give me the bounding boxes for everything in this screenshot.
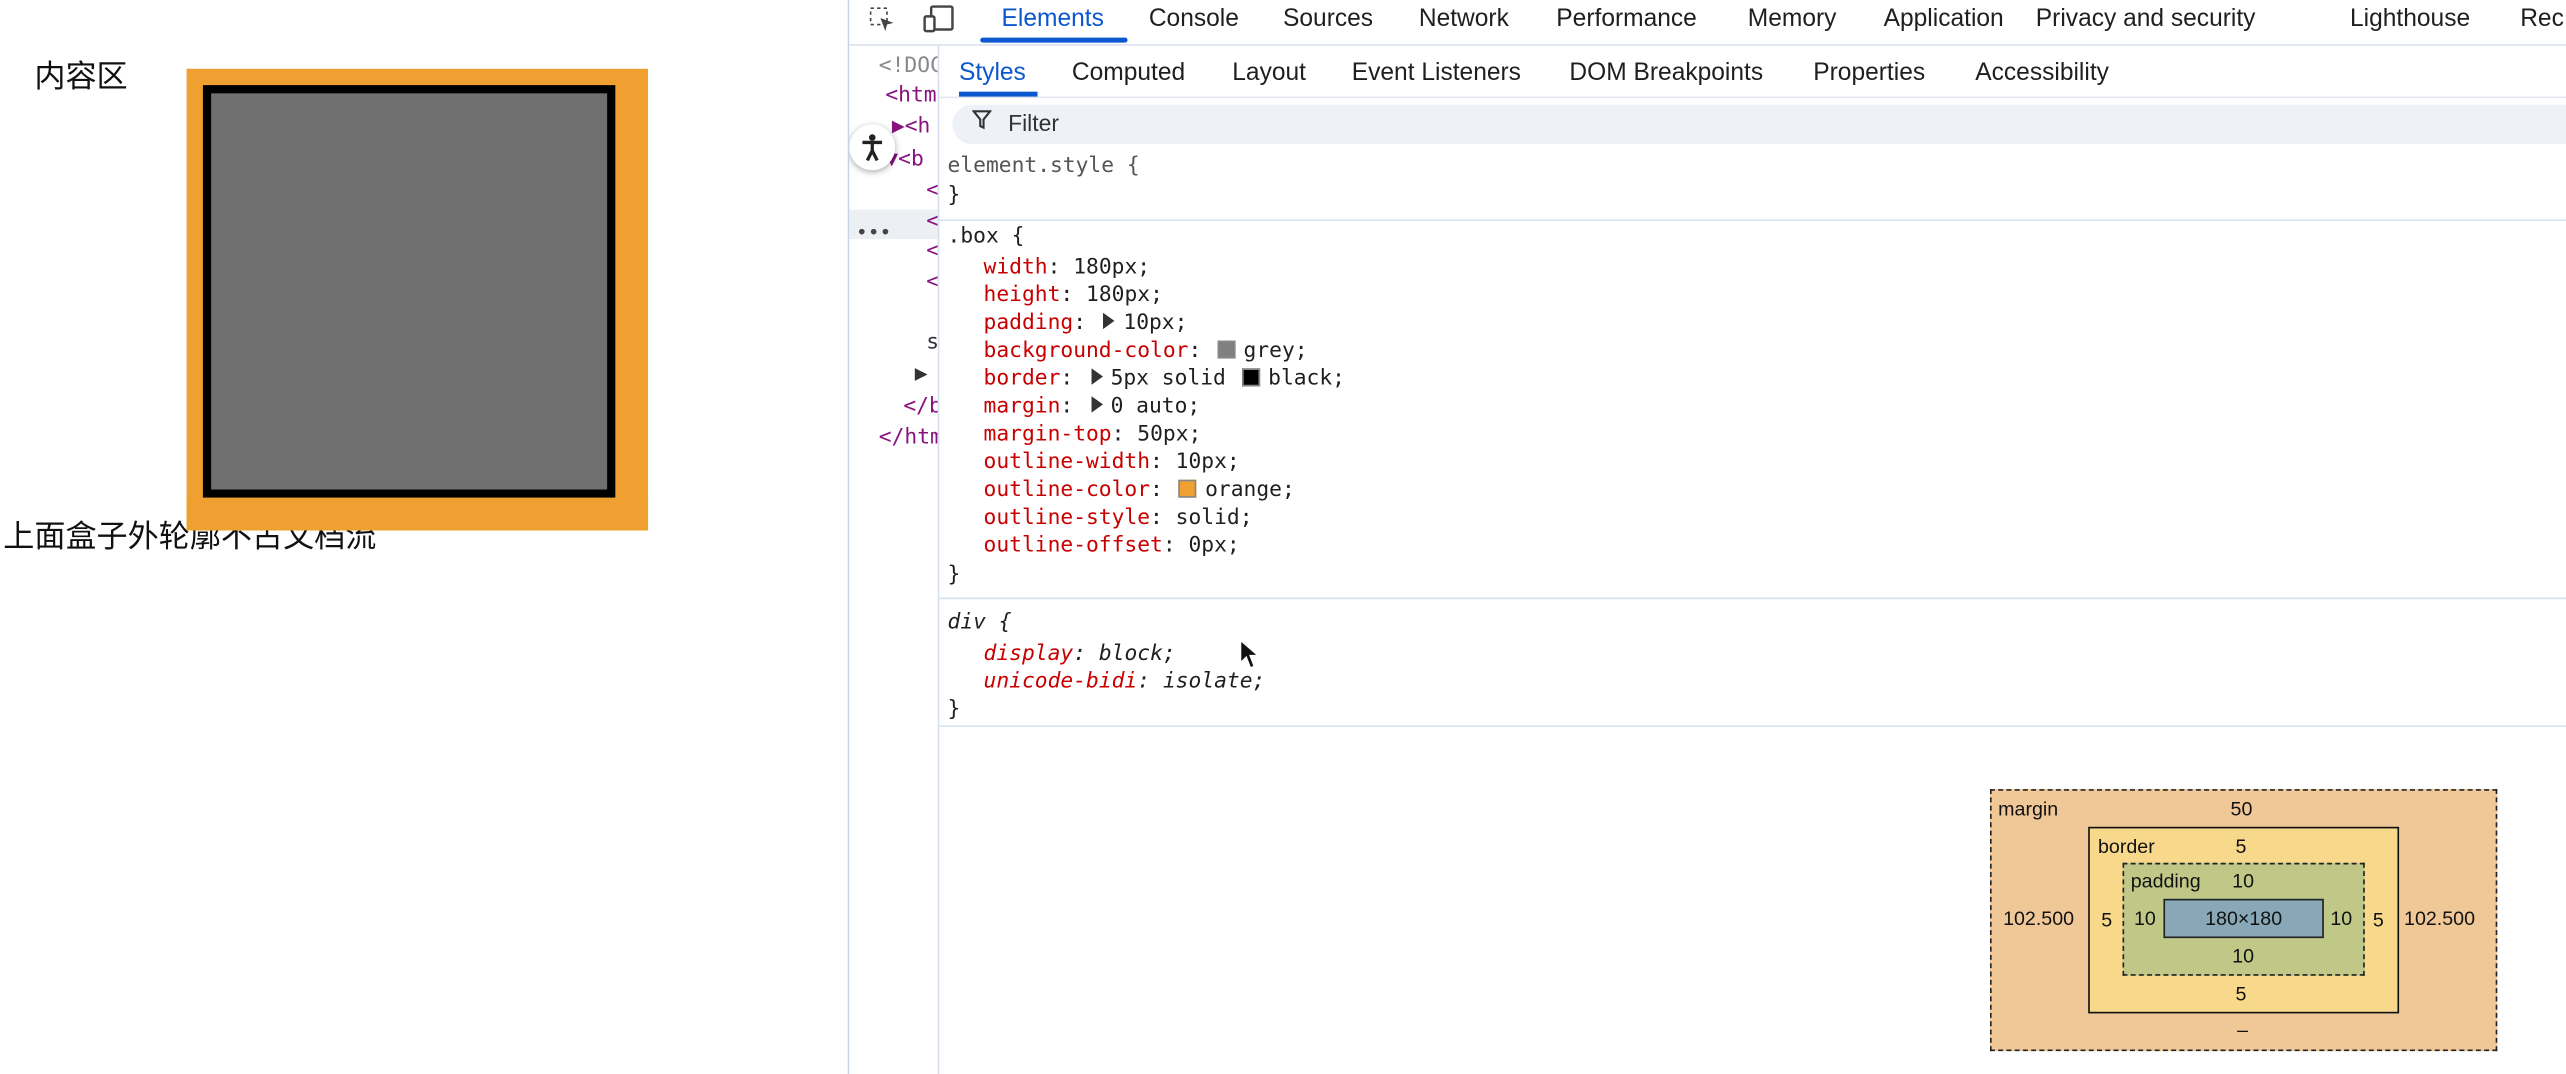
- box-text: 内容区: [34, 58, 128, 95]
- declaration[interactable]: outline-style: solid;: [984, 504, 1253, 532]
- rule-selector[interactable]: .box {: [948, 223, 1025, 251]
- dom-line-body-close[interactable]: </b: [903, 395, 937, 420]
- tab-sources[interactable]: Sources: [1283, 5, 1373, 33]
- expand-triangle-icon[interactable]: [1090, 368, 1103, 385]
- dom-line-head[interactable]: ▶<h: [892, 115, 930, 140]
- box-model-border-bottom[interactable]: 5: [2235, 982, 2246, 1005]
- box-model-padding-label: padding: [2130, 869, 2201, 893]
- dom-line-child[interactable]: <: [926, 270, 937, 295]
- box-model-padding-right[interactable]: 10: [2330, 907, 2352, 930]
- tab-privacy-security[interactable]: Privacy and security: [2036, 5, 2256, 33]
- styles-sidebar: Styles Computed Layout Event Listeners D…: [937, 45, 2566, 1074]
- tab-elements[interactable]: Elements: [1002, 5, 1104, 33]
- box-model-border-left[interactable]: 5: [2101, 909, 2112, 932]
- device-toolbar-icon[interactable]: [923, 5, 956, 38]
- declaration[interactable]: margin-top: 50px;: [984, 421, 1202, 449]
- rule-element-style: element.style { }: [939, 147, 2566, 222]
- rule-box: .box { width: 180px; height: 180px; padd…: [939, 221, 2566, 600]
- declaration[interactable]: width: 180px;: [984, 254, 1151, 282]
- box-model-margin-top[interactable]: 50: [2231, 797, 2253, 820]
- demo-box: [202, 85, 616, 498]
- tab-layout[interactable]: Layout: [1232, 59, 1306, 87]
- tab-console[interactable]: Console: [1149, 5, 1239, 33]
- expand-triangle-icon[interactable]: [1090, 396, 1103, 413]
- tab-accessibility[interactable]: Accessibility: [1975, 59, 2109, 87]
- tab-styles-underline: [958, 91, 1038, 97]
- color-swatch[interactable]: [1217, 340, 1236, 359]
- tab-elements-underline: [980, 37, 1128, 43]
- tab-network[interactable]: Network: [1419, 5, 1509, 33]
- filter-icon: [971, 110, 993, 136]
- box-model-padding[interactable]: padding 10 10 10 10 180×180: [2122, 862, 2365, 976]
- color-swatch[interactable]: [1178, 479, 1197, 498]
- dom-line-child[interactable]: <: [926, 210, 937, 235]
- box-model-margin-right[interactable]: 102.500: [2404, 907, 2475, 930]
- tab-event-listeners[interactable]: Event Listeners: [1352, 59, 1521, 87]
- tab-properties[interactable]: Properties: [1813, 59, 1925, 87]
- declaration[interactable]: unicode-bidi: isolate;: [984, 668, 1266, 696]
- dom-line-script[interactable]: s: [926, 331, 937, 356]
- tab-computed[interactable]: Computed: [1072, 59, 1185, 87]
- declaration[interactable]: outline-width: 10px;: [984, 449, 1240, 477]
- box-model-border[interactable]: border 5 5 5 5 padding 10 10 10 10 180×1…: [2088, 826, 2400, 1014]
- dom-line-doctype[interactable]: <!DOC: [879, 54, 938, 79]
- rule-selector[interactable]: element.style {: [948, 152, 1140, 180]
- outline-bottom-overlap: [186, 497, 649, 531]
- tab-recorder[interactable]: Rec: [2520, 5, 2564, 33]
- accessibility-tree-icon[interactable]: [849, 124, 896, 171]
- declaration[interactable]: height: 180px;: [984, 282, 1163, 310]
- mouse-cursor-icon: [1239, 638, 1261, 670]
- tab-dom-breakpoints[interactable]: DOM Breakpoints: [1569, 59, 1763, 87]
- declaration[interactable]: display: block;: [984, 640, 1176, 668]
- devtools-toolbar: Elements Console Sources Network Perform…: [849, 0, 2566, 46]
- devtools-panel: Elements Console Sources Network Perform…: [847, 0, 2566, 1074]
- declaration[interactable]: border: 5px solid black;: [984, 365, 1345, 393]
- box-model-content[interactable]: 180×180: [2163, 898, 2324, 939]
- box-model-padding-left[interactable]: 10: [2134, 907, 2156, 930]
- tab-lighthouse[interactable]: Lighthouse: [2350, 5, 2470, 33]
- box-model-padding-bottom[interactable]: 10: [2232, 945, 2254, 968]
- expand-triangle-icon[interactable]: [1103, 312, 1116, 330]
- page-preview: 内容区 上面盒子外轮廓不占文档流: [0, 0, 848, 1074]
- tab-styles[interactable]: Styles: [959, 59, 1026, 87]
- declaration[interactable]: outline-color: orange;: [984, 476, 1295, 504]
- box-model-margin-left[interactable]: 102.500: [2003, 907, 2074, 930]
- declaration[interactable]: padding: 10px;: [984, 309, 1188, 337]
- demo-box-content: [211, 93, 608, 490]
- color-swatch[interactable]: [1241, 368, 1260, 387]
- rule-selector[interactable]: div {: [948, 609, 1012, 637]
- styles-filter-input[interactable]: Filter: [952, 104, 2566, 145]
- dom-line-child[interactable]: <: [926, 239, 937, 264]
- filter-placeholder: Filter: [1008, 109, 1060, 136]
- more-options-icon[interactable]: •••: [856, 221, 891, 244]
- dom-line-html[interactable]: <htm: [885, 83, 936, 108]
- box-model-border-label: border: [2097, 834, 2155, 858]
- box-model-border-right[interactable]: 5: [2373, 909, 2384, 932]
- box-model-margin-bottom[interactable]: –: [2237, 1018, 2248, 1041]
- box-model-margin[interactable]: margin 50 102.500 102.500 – border 5 5 5…: [1989, 789, 2498, 1052]
- box-model-border-top[interactable]: 5: [2235, 835, 2246, 858]
- declaration[interactable]: background-color: grey;: [984, 337, 1308, 365]
- tab-performance[interactable]: Performance: [1556, 5, 1697, 33]
- rule-div-user-agent: div { display: block; unicode-bidi: isol…: [939, 599, 2566, 727]
- dom-tree: <!DOC <htm ▶<h ▼<b < < < < s ▶ </b </htm…: [849, 45, 938, 1074]
- dom-line-collapsed[interactable]: ▶: [915, 362, 928, 387]
- inspect-element-icon[interactable]: [866, 5, 899, 38]
- box-model-margin-label: margin: [1998, 797, 2059, 821]
- rule-close: }: [947, 697, 961, 723]
- tab-application[interactable]: Application: [1884, 5, 2004, 33]
- tab-memory[interactable]: Memory: [1748, 5, 1837, 33]
- rule-close: }: [947, 183, 961, 208]
- declaration[interactable]: margin: 0 auto;: [984, 393, 1201, 421]
- dom-line-child[interactable]: <: [926, 178, 937, 203]
- rule-close: }: [947, 563, 961, 588]
- sidebar-tabs: Styles Computed Layout Event Listeners D…: [939, 45, 2566, 99]
- box-model-padding-top[interactable]: 10: [2232, 869, 2254, 892]
- dom-line-html-close[interactable]: </htm: [879, 426, 938, 451]
- declaration[interactable]: outline-offset: 0px;: [984, 532, 1240, 560]
